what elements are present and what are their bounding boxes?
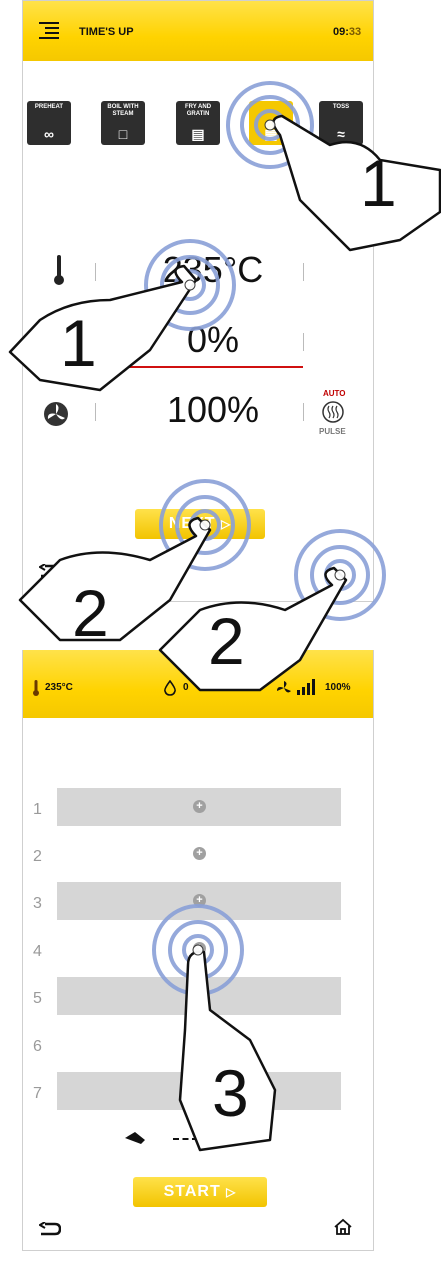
divider xyxy=(95,263,96,281)
status-bar: 235°C 0 100% xyxy=(23,650,373,718)
humidity-bar xyxy=(109,366,303,368)
signal-bars-icon xyxy=(297,679,317,700)
mode-preheat[interactable]: PREHEAT ∞ xyxy=(27,101,71,145)
next-button[interactable]: NEXT ▷ xyxy=(135,509,265,539)
shelf-number: 7 xyxy=(33,1085,42,1102)
step-number: 3 xyxy=(212,1056,249,1130)
dashed-line xyxy=(173,1138,217,1140)
mode-toss[interactable]: TOSS ≈ xyxy=(319,101,363,145)
shelf-number: 6 xyxy=(33,1038,42,1055)
shelf-row[interactable]: + xyxy=(57,930,341,968)
add-icon[interactable]: + xyxy=(193,894,206,907)
pulse-label: PULSE xyxy=(319,427,346,436)
shelf-row[interactable]: + xyxy=(57,835,341,873)
back-icon[interactable] xyxy=(38,563,62,583)
food-tray-icon xyxy=(123,1130,147,1151)
start-button[interactable]: START ▷ xyxy=(133,1177,267,1207)
add-icon[interactable]: + xyxy=(193,847,206,860)
thermometer-icon xyxy=(53,255,65,290)
mode-boil-with-steam[interactable]: BOIL WITH STEAM □ xyxy=(101,101,145,145)
play-icon: ▷ xyxy=(220,517,232,531)
program-screen: TIME'S UP 09:33 PREHEAT ∞ BOIL WITH STEAM… xyxy=(22,0,374,602)
add-icon[interactable]: + xyxy=(193,1037,206,1050)
step-number: 2 xyxy=(72,576,109,650)
grill-icon: ▦ xyxy=(264,126,278,142)
add-icon[interactable]: + xyxy=(193,800,206,813)
steam-icon: ≈ xyxy=(337,126,345,142)
thermometer-icon xyxy=(33,680,39,701)
fan-speed-value[interactable]: 100% xyxy=(103,389,323,431)
step-number: 1 xyxy=(360,146,397,220)
shelf-selection-screen: 235°C 0 100% 1 + 2 + 3 + 4 + 5 + 6 + 7 +… xyxy=(22,650,374,1251)
fan-icon xyxy=(43,401,69,432)
shelf-number: 1 xyxy=(33,801,42,818)
menu-icon[interactable] xyxy=(39,21,59,39)
step-number: 1 xyxy=(60,306,97,380)
shelf-number: 2 xyxy=(33,848,42,865)
add-icon[interactable]: + xyxy=(193,1084,206,1097)
auto-label: AUTO xyxy=(323,389,346,398)
clock: 09:33 xyxy=(333,26,362,38)
mode-fry-and-gratin[interactable]: FRY AND GRATIN ▤ xyxy=(176,101,220,145)
humidity-drop-icon xyxy=(163,679,177,701)
basket-icon: ▤ xyxy=(191,126,205,142)
step-number: 2 xyxy=(208,604,245,678)
page-title: TIME'S UP xyxy=(79,26,134,38)
divider xyxy=(95,403,96,421)
shelf-row[interactable]: + xyxy=(57,1025,341,1063)
add-icon[interactable]: + xyxy=(193,942,206,955)
shelf-number: 3 xyxy=(33,895,42,912)
back-icon[interactable] xyxy=(38,1221,62,1241)
pot-icon: □ xyxy=(118,126,128,142)
fan-icon xyxy=(275,680,293,701)
pulse-toggle-icon[interactable] xyxy=(321,400,345,429)
home-icon[interactable] xyxy=(333,1218,353,1241)
shelf-row[interactable]: + xyxy=(57,882,341,920)
mode-grill[interactable]: ▦ xyxy=(249,101,293,145)
status-fan: 100% xyxy=(325,682,351,693)
header-bar: TIME'S UP 09:33 xyxy=(23,1,373,61)
humidity-value[interactable]: 0% xyxy=(103,319,323,361)
status-humidity: 0 xyxy=(183,682,189,693)
temperature-value[interactable]: 235°C xyxy=(103,249,323,291)
shelf-row[interactable]: + xyxy=(57,1072,341,1110)
add-icon[interactable]: + xyxy=(193,989,206,1002)
shelf-row[interactable]: + xyxy=(57,977,341,1015)
shelf-number: 4 xyxy=(33,943,42,960)
coil-icon: ∞ xyxy=(44,126,54,142)
status-temperature: 235°C xyxy=(45,682,73,693)
shelf-number: 5 xyxy=(33,990,42,1007)
shelf-row[interactable]: + xyxy=(57,788,341,826)
play-icon: ▷ xyxy=(226,1185,237,1199)
